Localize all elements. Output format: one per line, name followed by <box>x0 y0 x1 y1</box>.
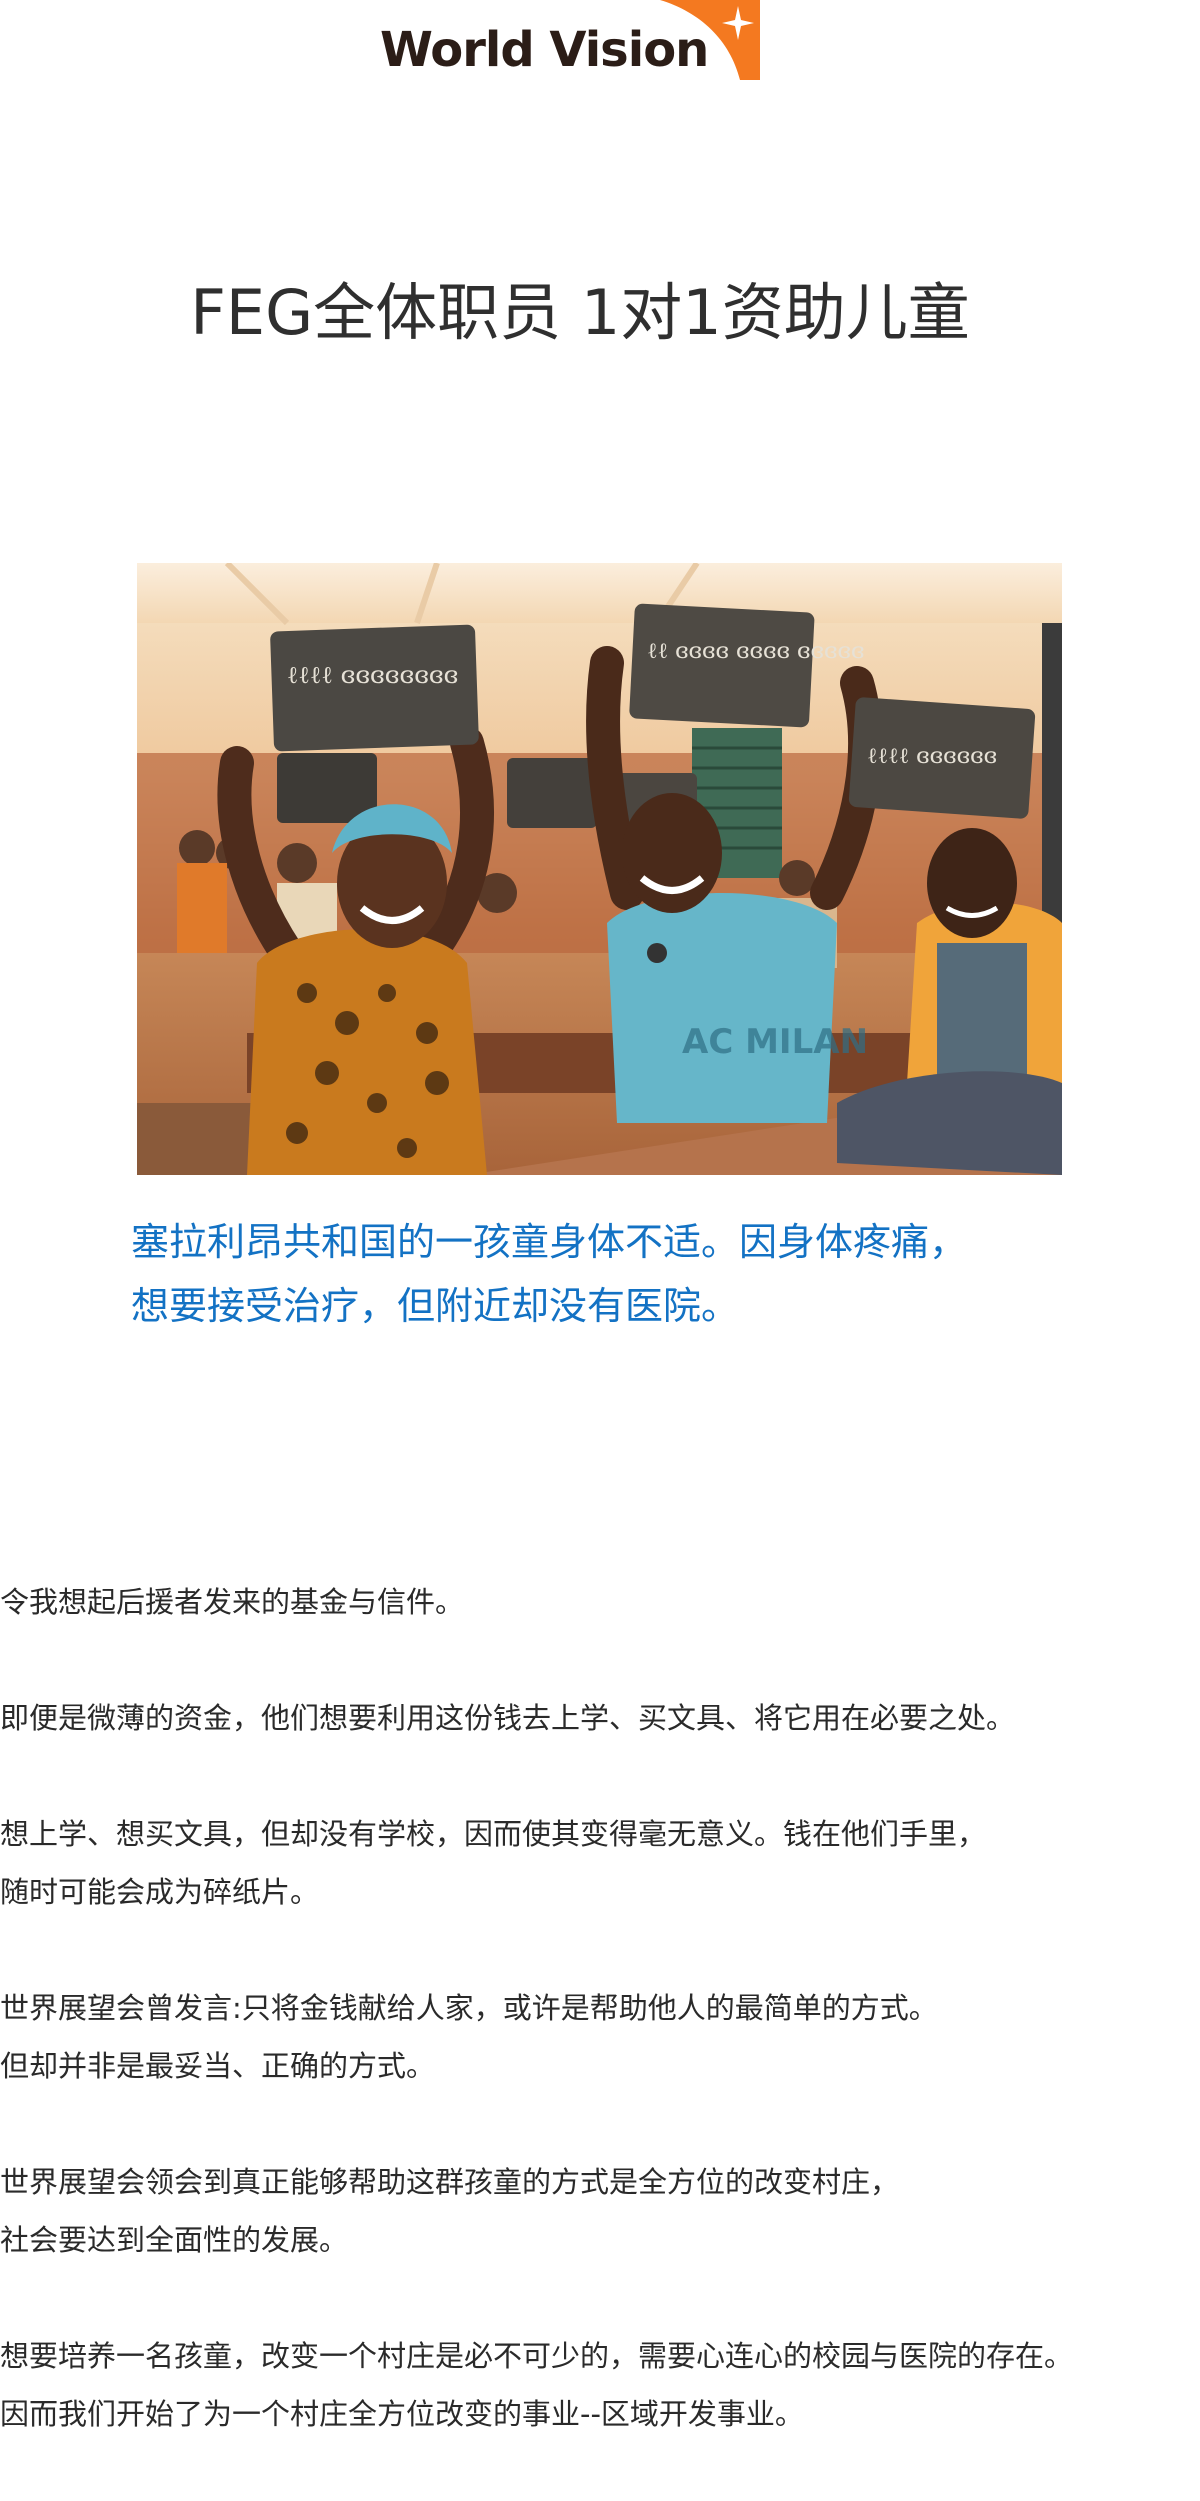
slate-left: ℓℓℓℓ ɞɞɞɞɞɞɞɞ <box>270 624 479 752</box>
caption-line: 塞拉利昂共和国的一孩童身体不适。因身体疼痛， <box>131 1220 968 1264</box>
article-body: 令我想起后援者发来的基金与信件。 即便是微薄的资金，他们想要利用这份钱去上学、买… <box>0 1573 1200 2501</box>
paragraph: 想要培养一名孩童，改变一个村庄是必不可少的，需要心连心的校园与医院的存在。 因而… <box>0 2327 1200 2443</box>
svg-text:ℓℓℓℓ ɞɞɞɞɞɞɞɞ: ℓℓℓℓ ɞɞɞɞɞɞɞɞ <box>287 661 458 689</box>
children-photo: AC MILAN ℓℓℓℓ ɞɞɞɞɞɞɞɞ ℓℓ ɞɞɞɞ ɞɞɞɞ ɞɞɞɞ… <box>137 563 1062 1175</box>
paragraph-line: 社会要达到全面性的发展。 <box>0 2223 349 2257</box>
photo-caption: 塞拉利昂共和国的一孩童身体不适。因身体疼痛， 想要接受治疗，但附近却没有医院。 <box>131 1210 1091 1338</box>
paragraph-line: 即便是微薄的资金，他们想要利用这份钱去上学、买文具、将它用在必要之处。 <box>0 1701 1016 1735</box>
world-vision-logo: World Vision <box>380 0 760 82</box>
svg-text:ℓℓℓℓ ɞɞɞɞɞɞ: ℓℓℓℓ ɞɞɞɞɞɞ <box>867 744 997 769</box>
paragraph-line: 随时可能会成为碎纸片。 <box>0 1875 320 1909</box>
paragraph: 世界展望会曾发言:只将金钱献给人家，或许是帮助他人的最简单的方式。 但却并非是最… <box>0 1979 1200 2095</box>
svg-text:ℓℓ ɞɞɞɞ ɞɞɞɞ ɞɞɞɞɞ: ℓℓ ɞɞɞɞ ɞɞɞɞ ɞɞɞɞɞ <box>647 639 864 664</box>
paragraph-line: 想要培养一名孩童，改变一个村庄是必不可少的，需要心连心的校园与医院的存在。 <box>0 2339 1074 2373</box>
paragraph-line: 世界展望会曾发言:只将金钱献给人家，或许是帮助他人的最简单的方式。 <box>0 1991 938 2025</box>
logo-star-icon <box>660 0 760 80</box>
shirt-text: AC MILAN <box>682 1022 868 1062</box>
page-title: FEG全体职员 1对1资助儿童 <box>190 276 970 349</box>
paragraph-line: 但却并非是最妥当、正确的方式。 <box>0 2049 436 2083</box>
paragraph-line: 想上学、想买文具，但却没有学校，因而使其变得毫无意义。钱在他们手里， <box>0 1817 987 1851</box>
paragraph: 想上学、想买文具，但却没有学校，因而使其变得毫无意义。钱在他们手里， 随时可能会… <box>0 1805 1200 1921</box>
caption-line: 想要接受治疗，但附近却没有医院。 <box>131 1284 740 1328</box>
paragraph-line: 世界展望会领会到真正能够帮助这群孩童的方式是全方位的改变村庄， <box>0 2165 900 2199</box>
paragraph: 世界展望会领会到真正能够帮助这群孩童的方式是全方位的改变村庄， 社会要达到全面性… <box>0 2153 1200 2269</box>
paragraph: 令我想起后援者发来的基金与信件。 <box>0 1573 1200 1631</box>
slate-right: ℓℓℓℓ ɞɞɞɞɞɞ <box>848 697 1036 819</box>
paragraph-line: 令我想起后援者发来的基金与信件。 <box>0 1585 465 1619</box>
classroom-illustration: AC MILAN ℓℓℓℓ ɞɞɞɞɞɞɞɞ ℓℓ ɞɞɞɞ ɞɞɞɞ ɞɞɞɞ… <box>137 563 1062 1175</box>
paragraph-line: 因而我们开始了为一个村庄全方位改变的事业--区域开发事业。 <box>0 2397 804 2431</box>
paragraph: 即便是微薄的资金，他们想要利用这份钱去上学、买文具、将它用在必要之处。 <box>0 1689 1200 1747</box>
